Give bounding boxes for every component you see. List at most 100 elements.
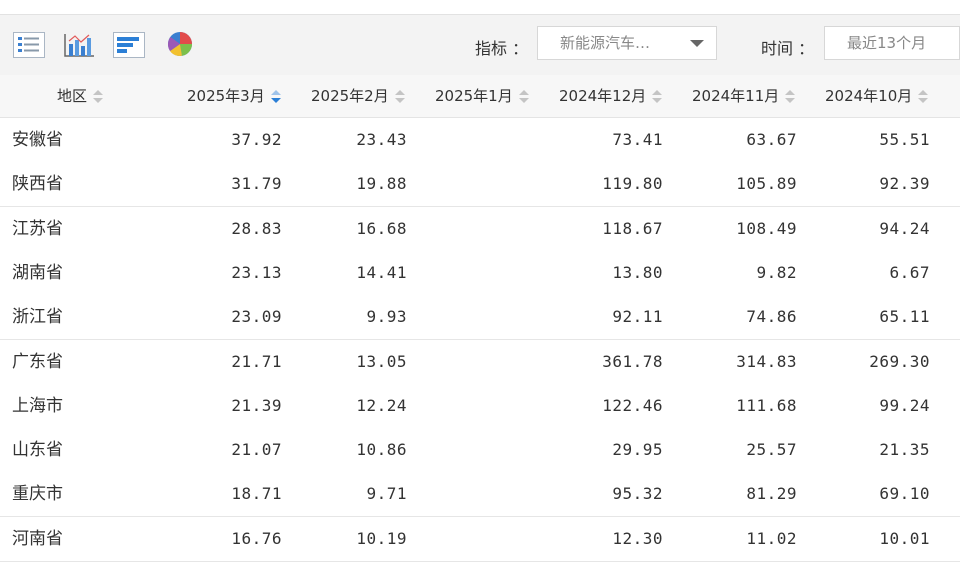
value-cell: 13.05 <box>356 351 407 371</box>
value-cell: 119.80 <box>602 174 663 194</box>
value-cell <box>421 517 531 561</box>
column-header-2024-11[interactable]: 2024年11月 <box>692 75 796 117</box>
indicator-value: 新能源汽车… <box>560 34 651 52</box>
indicator-select[interactable]: 新能源汽车… <box>537 26 717 60</box>
region-cell: 安徽省 <box>12 130 63 150</box>
value-cell: 73.41 <box>612 130 663 149</box>
value-cell: 21.07 <box>231 440 282 460</box>
value-cell: 65.11 <box>879 307 930 327</box>
value-cell: 314.83 <box>736 351 797 371</box>
value-cell: 63.67 <box>746 130 797 149</box>
value-cell <box>421 162 531 206</box>
value-cell: 28.83 <box>231 218 282 238</box>
horizontal-bar-icon[interactable] <box>113 32 145 58</box>
sort-desc-icon[interactable] <box>270 89 281 104</box>
table-row[interactable]: 浙江省 23.09 9.93 92.11 74.86 65.11 <box>0 295 960 341</box>
region-cell: 湖南省 <box>12 262 63 283</box>
value-cell: 23.43 <box>356 130 407 149</box>
value-cell: 23.13 <box>231 262 282 282</box>
value-cell <box>421 428 531 472</box>
value-cell: 18.71 <box>231 484 282 504</box>
table-row[interactable]: 安徽省 37.92 23.43 73.41 63.67 55.51 <box>0 118 960 163</box>
table-row[interactable]: 河南省 16.76 10.19 12.30 11.02 10.01 <box>0 516 960 562</box>
value-cell: 99.24 <box>879 395 930 415</box>
indicator-label: 指标 ： <box>475 39 529 58</box>
value-cell: 269.30 <box>869 351 930 371</box>
region-cell: 山东省 <box>12 440 63 461</box>
column-header-2024-12[interactable]: 2024年12月 <box>559 75 663 117</box>
value-cell: 10.19 <box>356 528 407 548</box>
time-label: 时间 ： <box>761 39 815 58</box>
table-row[interactable]: 陕西省 31.79 19.88 119.80 105.89 92.39 <box>0 162 960 208</box>
value-cell: 94.24 <box>879 218 930 238</box>
value-cell: 29.95 <box>612 440 663 460</box>
table-row[interactable]: 山东省 21.07 10.86 29.95 25.57 21.35 <box>0 428 960 474</box>
value-cell: 6.67 <box>889 262 930 282</box>
value-cell: 11.02 <box>746 528 797 548</box>
value-cell: 16.76 <box>231 528 282 548</box>
value-cell: 9.71 <box>366 484 407 504</box>
table-row[interactable]: 湖南省 23.13 14.41 13.80 9.82 6.67 <box>0 250 960 296</box>
region-cell: 陕西省 <box>12 174 63 195</box>
value-cell: 31.79 <box>231 174 282 194</box>
value-cell: 13.80 <box>612 262 663 282</box>
table-row[interactable]: 江苏省 28.83 16.68 118.67 108.49 94.24 <box>0 206 960 252</box>
value-cell: 9.93 <box>366 307 407 327</box>
value-cell: 92.39 <box>879 174 930 194</box>
sort-icon[interactable] <box>652 89 663 104</box>
value-cell: 37.92 <box>231 130 282 149</box>
pie-chart-icon[interactable] <box>166 32 194 58</box>
toolbar: 指标 ： 新能源汽车… 时间 ： 最近13个月 <box>0 14 960 76</box>
table-row[interactable]: 上海市 21.39 12.24 122.46 111.68 99.24 <box>0 383 960 429</box>
column-header-2025-02[interactable]: 2025年2月 <box>311 75 405 117</box>
region-cell: 广东省 <box>12 351 63 372</box>
value-cell: 74.86 <box>746 307 797 327</box>
value-cell <box>421 472 531 516</box>
value-cell <box>421 340 531 384</box>
value-cell: 111.68 <box>736 395 797 415</box>
value-cell <box>421 295 531 339</box>
sort-icon[interactable] <box>93 89 104 104</box>
bar-chart-icon[interactable] <box>63 32 95 58</box>
sort-icon[interactable] <box>785 89 796 104</box>
value-cell: 92.11 <box>612 307 663 327</box>
value-cell: 81.29 <box>746 484 797 504</box>
chevron-down-icon <box>690 40 704 47</box>
value-cell: 21.39 <box>231 395 282 415</box>
time-select[interactable]: 最近13个月 <box>824 26 960 60</box>
value-cell: 108.49 <box>736 218 797 238</box>
value-cell: 23.09 <box>231 307 282 327</box>
value-cell <box>421 251 531 295</box>
region-cell: 重庆市 <box>12 484 63 505</box>
time-value: 最近13个月 <box>847 34 927 52</box>
value-cell: 21.35 <box>879 440 930 460</box>
table-row[interactable]: 重庆市 18.71 9.71 95.32 81.29 69.10 <box>0 472 960 518</box>
value-cell: 10.86 <box>356 440 407 460</box>
value-cell: 361.78 <box>602 351 663 371</box>
column-header-2025-03[interactable]: 2025年3月 <box>187 75 281 117</box>
value-cell: 105.89 <box>736 174 797 194</box>
value-cell: 118.67 <box>602 218 663 238</box>
list-view-icon[interactable] <box>13 32 45 58</box>
value-cell: 9.82 <box>756 262 797 282</box>
value-cell: 16.68 <box>356 218 407 238</box>
sort-icon[interactable] <box>918 89 929 104</box>
value-cell: 55.51 <box>879 130 930 149</box>
sort-icon[interactable] <box>518 89 529 104</box>
value-cell: 12.30 <box>612 528 663 548</box>
region-cell: 河南省 <box>12 528 63 549</box>
column-header-region[interactable]: 地区 <box>57 75 104 117</box>
value-cell: 69.10 <box>879 484 930 504</box>
value-cell: 122.46 <box>602 395 663 415</box>
value-cell <box>421 118 531 162</box>
region-cell: 江苏省 <box>12 218 63 239</box>
column-header-2025-01[interactable]: 2025年1月 <box>435 75 529 117</box>
value-cell: 25.57 <box>746 440 797 460</box>
value-cell <box>421 384 531 428</box>
sort-icon[interactable] <box>394 89 405 104</box>
value-cell: 14.41 <box>356 262 407 282</box>
value-cell: 19.88 <box>356 174 407 194</box>
table-row[interactable]: 广东省 21.71 13.05 361.78 314.83 269.30 <box>0 339 960 385</box>
region-cell: 浙江省 <box>12 307 63 328</box>
column-header-2024-10[interactable]: 2024年10月 <box>825 75 929 117</box>
